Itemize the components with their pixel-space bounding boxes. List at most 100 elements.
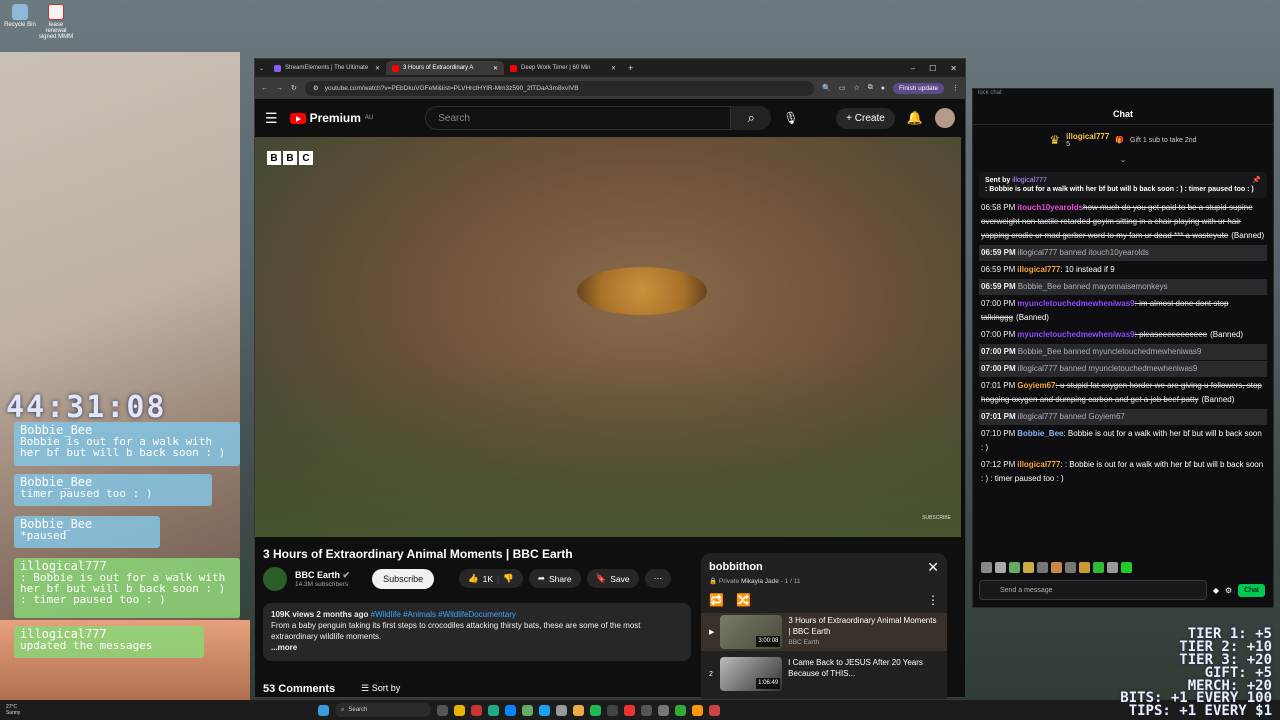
- chat-send-button[interactable]: Chat: [1238, 583, 1265, 597]
- zoom-icon[interactable]: 🔍: [822, 84, 831, 92]
- finish-update-button[interactable]: Finish update: [892, 82, 944, 94]
- bits-icon[interactable]: ◆: [1213, 586, 1219, 595]
- hamburger-menu-icon[interactable]: ☰: [265, 110, 278, 127]
- desktop-icon-lease[interactable]: lease renewal signed MMM: [38, 4, 74, 40]
- video-player[interactable]: B B C SUBSCRIBE: [255, 137, 961, 537]
- notifications-bell-icon[interactable]: 🔔: [907, 110, 923, 126]
- playlist-item[interactable]: 2 1:06:49 I Came Back to JESUS After 20 …: [709, 657, 939, 691]
- tab-youtube-video[interactable]: 3 Hours of Extraordinary A ✕: [386, 61, 505, 75]
- app-icon[interactable]: [692, 704, 703, 716]
- playlist-title[interactable]: bobbithon: [709, 561, 939, 573]
- search-button[interactable]: ⌕: [731, 106, 772, 130]
- playlist-owner[interactable]: Mikayla Jade: [741, 578, 779, 585]
- channel-avatar[interactable]: [263, 567, 287, 591]
- back-arrow-icon[interactable]: ←: [261, 85, 268, 92]
- chat-moderation-notice[interactable]: 07:01 PM illogical777 banned Goyiem67: [979, 409, 1267, 425]
- browser-menu-icon[interactable]: ⋮: [952, 84, 959, 92]
- app-icon[interactable]: [624, 704, 635, 716]
- maximize-icon[interactable]: ☐: [929, 64, 936, 73]
- description-box[interactable]: 109K views 2 months ago #Wildlife #Anima…: [263, 603, 691, 661]
- app-icon[interactable]: [556, 704, 567, 716]
- emote-icon[interactable]: [1107, 562, 1118, 573]
- chat-message[interactable]: 07:00 PM myuncletouchedmewheniwas9: pleas…: [979, 327, 1267, 343]
- subscribe-button[interactable]: Subscribe: [372, 569, 435, 589]
- chat-moderation-notice[interactable]: 06:59 PM illogical777 banned itouch10year…: [979, 245, 1267, 261]
- chat-message[interactable]: 06:59 PM illogical777: 10 instead if 9: [979, 262, 1267, 278]
- emote-icon[interactable]: [1009, 562, 1020, 573]
- chat-username[interactable]: myuncletouchedmewheniwas9: [1017, 330, 1134, 339]
- sort-by-button[interactable]: ☰ Sort by: [361, 683, 400, 695]
- new-tab-plus-icon[interactable]: +: [628, 63, 633, 73]
- close-tab-icon[interactable]: ✕: [611, 65, 616, 72]
- spotify-icon[interactable]: [590, 704, 601, 716]
- chat-message[interactable]: 06:58 PM itouch10yearoldshow much do you …: [979, 200, 1267, 244]
- tab-streamelements[interactable]: StreamElements | The Ultimate ✕: [268, 61, 386, 75]
- profile-icon[interactable]: ●: [881, 85, 885, 92]
- task-view-icon[interactable]: [437, 704, 448, 716]
- microphone-icon[interactable]: 🎙: [783, 111, 798, 125]
- forward-arrow-icon[interactable]: →: [276, 85, 283, 92]
- chat-message[interactable]: 07:12 PM illogical777: : Bobbie is out fo…: [979, 457, 1267, 487]
- collapse-chevron-icon[interactable]: ⌄: [973, 155, 1273, 164]
- app-icon[interactable]: [675, 704, 686, 716]
- loop-icon[interactable]: 🔁: [709, 593, 724, 607]
- playlist-item[interactable]: ▶ 3:00:08 3 Hours of Extraordinary Anima…: [701, 613, 947, 651]
- close-tab-icon[interactable]: ✕: [375, 65, 380, 72]
- app-icon[interactable]: [709, 704, 720, 716]
- channel-name[interactable]: BBC Earth: [295, 570, 340, 580]
- site-info-icon[interactable]: ⚙: [313, 84, 319, 92]
- desktop-icon-recycle-bin[interactable]: Recycle Bin: [2, 4, 38, 28]
- extensions-icon[interactable]: ⧉: [868, 84, 873, 92]
- close-window-icon[interactable]: ✕: [950, 64, 957, 73]
- taskbar-search[interactable]: ⌕ Search: [335, 703, 431, 717]
- bookmark-star-icon[interactable]: ☆: [853, 84, 859, 92]
- app-icon[interactable]: [539, 704, 550, 716]
- share-button[interactable]: ➦ Share: [528, 569, 581, 588]
- emote-icon[interactable]: [1121, 562, 1132, 573]
- chat-username[interactable]: Goyiem67: [1017, 381, 1055, 390]
- app-icon[interactable]: [522, 704, 533, 716]
- avatar[interactable]: [935, 108, 955, 128]
- save-button[interactable]: 🔖 Save: [586, 569, 639, 588]
- app-icon[interactable]: [641, 704, 652, 716]
- chat-username[interactable]: Bobbie_Bee: [1017, 429, 1063, 438]
- chat-username[interactable]: illogical777: [1017, 460, 1060, 469]
- like-button[interactable]: 👍 1K | 👎: [459, 569, 523, 588]
- close-icon[interactable]: ✕: [927, 559, 939, 576]
- minimize-icon[interactable]: –: [911, 64, 915, 73]
- subscribe-watermark[interactable]: SUBSCRIBE: [922, 515, 951, 521]
- app-icon[interactable]: [471, 704, 482, 716]
- tab-deep-work-timer[interactable]: Deep Work Timer | 60 Min ✕: [504, 61, 622, 75]
- chat-username[interactable]: itouch10yearolds: [1017, 203, 1083, 212]
- edge-icon[interactable]: [505, 704, 516, 716]
- tab-menu-chevron-icon[interactable]: ⌄: [259, 65, 264, 72]
- more-actions-button[interactable]: ⋯: [644, 569, 672, 588]
- chat-moderation-notice[interactable]: 07:00 PM Bobbie_Bee banned myuncletouched…: [979, 344, 1267, 360]
- emote-icon[interactable]: [995, 562, 1006, 573]
- pin-icon[interactable]: 📌: [1252, 176, 1261, 185]
- thumbs-down-icon[interactable]: 👎: [503, 573, 514, 584]
- youtube-logo[interactable]: Premium AU: [289, 111, 373, 125]
- windows-start-icon[interactable]: [318, 704, 329, 716]
- hashtags[interactable]: #Wildlife #Animals #WildlifeDocumentary: [371, 610, 516, 619]
- close-tab-icon[interactable]: ✕: [493, 65, 498, 72]
- emote-icon[interactable]: [1051, 562, 1062, 573]
- emote-icon[interactable]: [1037, 562, 1048, 573]
- emote-icon[interactable]: [1093, 562, 1104, 573]
- chrome-icon[interactable]: [573, 704, 584, 716]
- cast-icon[interactable]: ▭: [839, 84, 846, 92]
- chat-message[interactable]: 07:00 PM myuncletouchedmewheniwas9: im al…: [979, 296, 1267, 326]
- url-field[interactable]: ⚙ youtube.com/watch?v=PEbDkuVGFeM&list=P…: [304, 80, 815, 96]
- emote-icon[interactable]: [1079, 562, 1090, 573]
- emote-icon[interactable]: [1065, 562, 1076, 573]
- emote-icon[interactable]: [1023, 562, 1034, 573]
- app-icon[interactable]: [607, 704, 618, 716]
- gift-user[interactable]: illogical777: [1066, 132, 1109, 141]
- reload-icon[interactable]: ↻: [291, 84, 297, 92]
- chat-username[interactable]: myuncletouchedmewheniwas9: [1017, 299, 1134, 308]
- more-vertical-icon[interactable]: ⋮: [927, 593, 939, 607]
- create-button[interactable]: + Create: [836, 107, 895, 129]
- chat-username[interactable]: illogical777: [1017, 265, 1060, 274]
- app-icon[interactable]: [488, 704, 499, 716]
- emote-icon[interactable]: [981, 562, 992, 573]
